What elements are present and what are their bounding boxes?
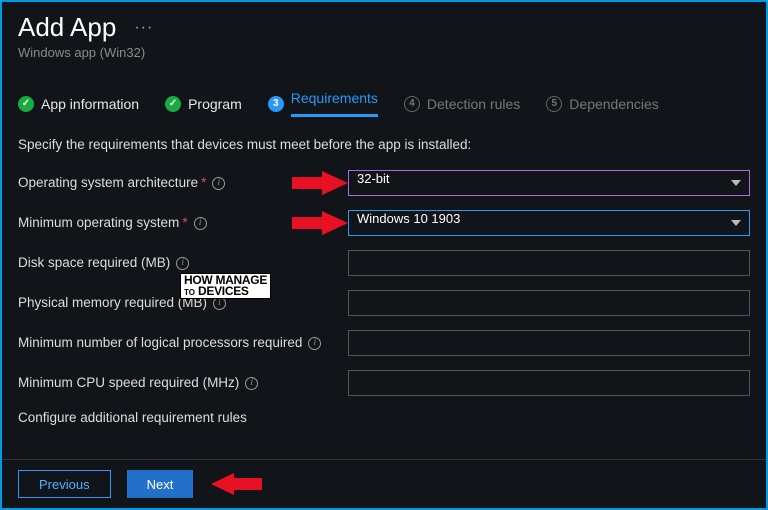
label-disk-space: Disk space required (MB) i (18, 255, 348, 272)
os-architecture-select[interactable]: 32-bit (348, 170, 750, 196)
cpu-speed-input[interactable] (348, 370, 750, 396)
check-icon: ✓ (18, 96, 34, 112)
step-number-icon: 4 (404, 96, 420, 112)
info-icon[interactable]: i (212, 177, 225, 190)
info-icon[interactable]: i (308, 337, 321, 350)
page-title: Add App (18, 12, 116, 43)
label-os-architecture: Operating system architecture* i (18, 175, 348, 192)
label-cpu-count: Minimum number of logical processors req… (18, 335, 348, 352)
more-actions-icon[interactable]: ··· (134, 19, 153, 37)
check-icon: ✓ (165, 96, 181, 112)
watermark-logo: HOW MANAGE TO DEVICES (180, 273, 271, 299)
step-number-icon: 3 (268, 96, 284, 112)
previous-button[interactable]: Previous (18, 470, 111, 498)
next-button[interactable]: Next (127, 470, 194, 498)
info-icon[interactable]: i (194, 217, 207, 230)
info-icon[interactable]: i (176, 257, 189, 270)
configure-additional-rules: Configure additional requirement rules (18, 410, 750, 425)
step-dependencies[interactable]: 5 Dependencies (546, 96, 659, 112)
min-os-select[interactable]: Windows 10 1903 (348, 210, 750, 236)
info-icon[interactable]: i (245, 377, 258, 390)
label-min-os: Minimum operating system* i (18, 215, 348, 232)
step-number-icon: 5 (546, 96, 562, 112)
chevron-down-icon (731, 220, 741, 226)
instruction-text: Specify the requirements that devices mu… (18, 137, 750, 152)
wizard-steps: ✓ App information ✓ Program 3 Requiremen… (18, 90, 750, 117)
label-cpu-speed: Minimum CPU speed required (MHz) i (18, 375, 348, 392)
step-program[interactable]: ✓ Program (165, 96, 242, 112)
cpu-count-input[interactable] (348, 330, 750, 356)
chevron-down-icon (731, 180, 741, 186)
page-subtitle: Windows app (Win32) (18, 45, 750, 60)
disk-space-input[interactable] (348, 250, 750, 276)
step-requirements[interactable]: 3 Requirements (268, 90, 378, 117)
physical-memory-input[interactable] (348, 290, 750, 316)
step-detection-rules[interactable]: 4 Detection rules (404, 96, 520, 112)
annotation-arrow-icon (209, 471, 264, 497)
step-app-information[interactable]: ✓ App information (18, 96, 139, 112)
